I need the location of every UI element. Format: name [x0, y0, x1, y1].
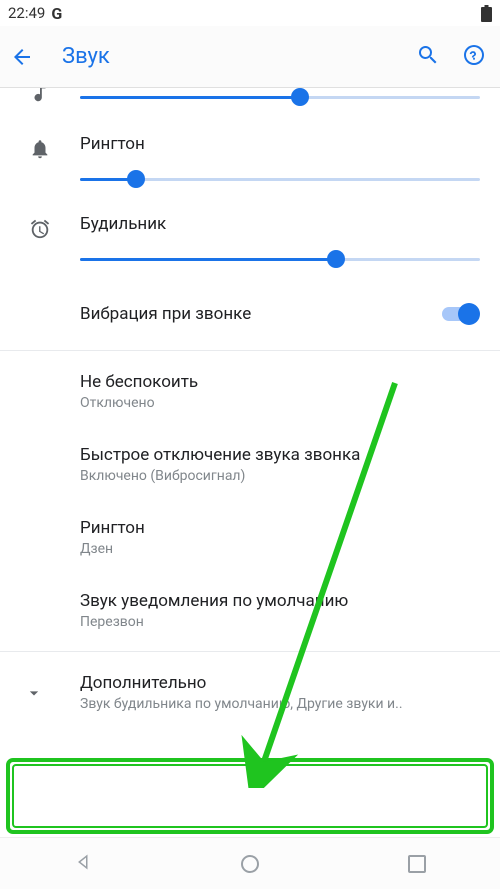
google-hint-icon: G — [51, 4, 62, 23]
annotation-highlight-box — [6, 758, 494, 834]
back-arrow-icon — [10, 45, 34, 69]
battery-icon — [481, 5, 492, 22]
nav-home-icon — [241, 855, 259, 873]
nav-back-icon — [74, 853, 92, 871]
media-volume-slider[interactable] — [80, 88, 480, 108]
alarm-clock-icon — [29, 218, 51, 240]
alarm-volume-row: Будильник — [0, 202, 500, 282]
advanced-sub: Звук будильника по умолчанию, Другие зву… — [80, 696, 480, 712]
divider — [0, 350, 500, 351]
ring-shortcut-row[interactable]: Быстрое отключение звука звонка Включено… — [0, 428, 500, 501]
help-icon — [462, 43, 486, 67]
nav-home-button[interactable] — [241, 855, 259, 873]
do-not-disturb-row[interactable]: Не беспокоить Отключено — [0, 355, 500, 428]
dnd-title: Не беспокоить — [80, 372, 480, 392]
help-button[interactable] — [462, 43, 486, 71]
chevron-down-icon — [24, 683, 44, 703]
alarm-volume-label: Будильник — [80, 214, 480, 234]
music-note-icon — [29, 88, 51, 104]
notification-sound-title: Звук уведомления по умолчанию — [80, 591, 480, 611]
dnd-sub: Отключено — [80, 395, 480, 411]
ring-shortcut-title: Быстрое отключение звука звонка — [80, 445, 480, 465]
ringtone-row[interactable]: Рингтон Дзен — [0, 501, 500, 574]
bell-icon — [29, 138, 51, 160]
vibrate-on-call-row[interactable]: Вибрация при звонке — [0, 282, 500, 346]
vibrate-on-call-label: Вибрация при звонке — [80, 304, 438, 324]
nav-recents-button[interactable] — [408, 855, 426, 873]
ring-volume-slider[interactable] — [80, 170, 480, 190]
ringtone-title: Рингтон — [80, 518, 480, 538]
settings-list: Рингтон Будильник Вибрация при звонке — [0, 88, 500, 837]
notification-sound-sub: Перезвон — [80, 614, 480, 630]
navigation-bar — [0, 837, 500, 889]
alarm-volume-slider[interactable] — [80, 250, 480, 270]
page-title: Звук — [62, 44, 416, 69]
nav-recents-icon — [408, 855, 426, 873]
ring-volume-row: Рингтон — [0, 122, 500, 202]
media-volume-row — [0, 88, 500, 122]
back-button[interactable] — [10, 45, 62, 69]
advanced-row[interactable]: Дополнительно Звук будильника по умолчан… — [0, 656, 500, 729]
ring-volume-label: Рингтон — [80, 134, 480, 154]
nav-back-button[interactable] — [74, 853, 92, 875]
ringtone-sub: Дзен — [80, 541, 480, 557]
status-time: 22:49 — [8, 4, 45, 22]
app-bar: Звук — [0, 26, 500, 88]
notification-sound-row[interactable]: Звук уведомления по умолчанию Перезвон — [0, 574, 500, 647]
search-icon — [416, 43, 440, 67]
ring-shortcut-sub: Включено (Вибросигнал) — [80, 468, 480, 484]
vibrate-on-call-switch[interactable] — [438, 302, 480, 326]
advanced-title: Дополнительно — [80, 673, 480, 693]
search-button[interactable] — [416, 43, 440, 71]
status-bar: 22:49 G — [0, 0, 500, 26]
divider — [0, 651, 500, 652]
